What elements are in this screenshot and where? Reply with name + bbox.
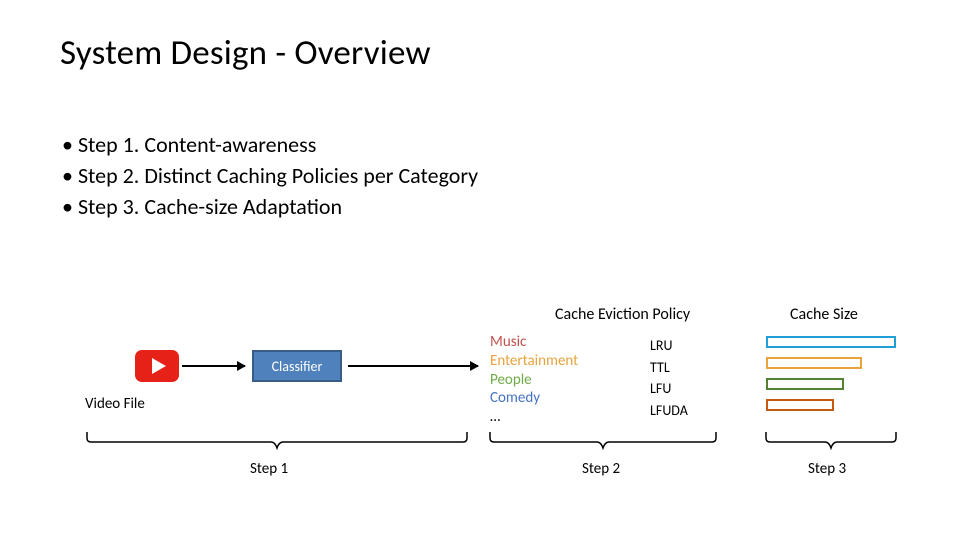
policy-ttl: TTL <box>650 357 688 379</box>
header-cache-eviction-policy: Cache Eviction Policy <box>555 305 690 324</box>
brace-step3 <box>764 430 899 450</box>
policy-lfuda: LFUDA <box>650 400 688 422</box>
cache-size-bar-3 <box>766 378 844 390</box>
step3-label: Step 3 <box>808 460 846 478</box>
category-list: Music Entertainment People Comedy … <box>490 333 578 427</box>
cache-size-bar-2 <box>766 357 862 369</box>
category-more: … <box>490 408 578 427</box>
policy-lru: LRU <box>650 335 688 357</box>
bullet-step1: Step 1. Content-awareness <box>62 130 478 161</box>
arrow-classifier-to-categories <box>348 365 478 367</box>
header-cache-size: Cache Size <box>790 305 858 324</box>
slide-title: System Design - Overview <box>60 32 431 74</box>
step2-label: Step 2 <box>582 460 620 478</box>
category-people: People <box>490 371 578 390</box>
policy-lfu: LFU <box>650 378 688 400</box>
video-file-label: Video File <box>85 395 145 413</box>
category-music: Music <box>490 333 578 352</box>
brace-step2 <box>488 430 718 450</box>
bullet-list: Step 1. Content-awareness Step 2. Distin… <box>62 130 478 222</box>
policy-list: LRU TTL LFU LFUDA <box>650 335 688 422</box>
bullet-step3: Step 3. Cache-size Adaptation <box>62 192 478 223</box>
arrow-video-to-classifier <box>182 365 245 367</box>
category-entertainment: Entertainment <box>490 352 578 371</box>
category-comedy: Comedy <box>490 389 578 408</box>
classifier-box: Classifier <box>252 350 342 382</box>
cache-size-bar-1 <box>766 336 896 348</box>
step1-label: Step 1 <box>250 460 288 478</box>
brace-step1 <box>85 430 470 450</box>
cache-size-bar-4 <box>766 399 834 411</box>
bullet-step2: Step 2. Distinct Caching Policies per Ca… <box>62 161 478 192</box>
video-play-icon <box>135 350 179 382</box>
